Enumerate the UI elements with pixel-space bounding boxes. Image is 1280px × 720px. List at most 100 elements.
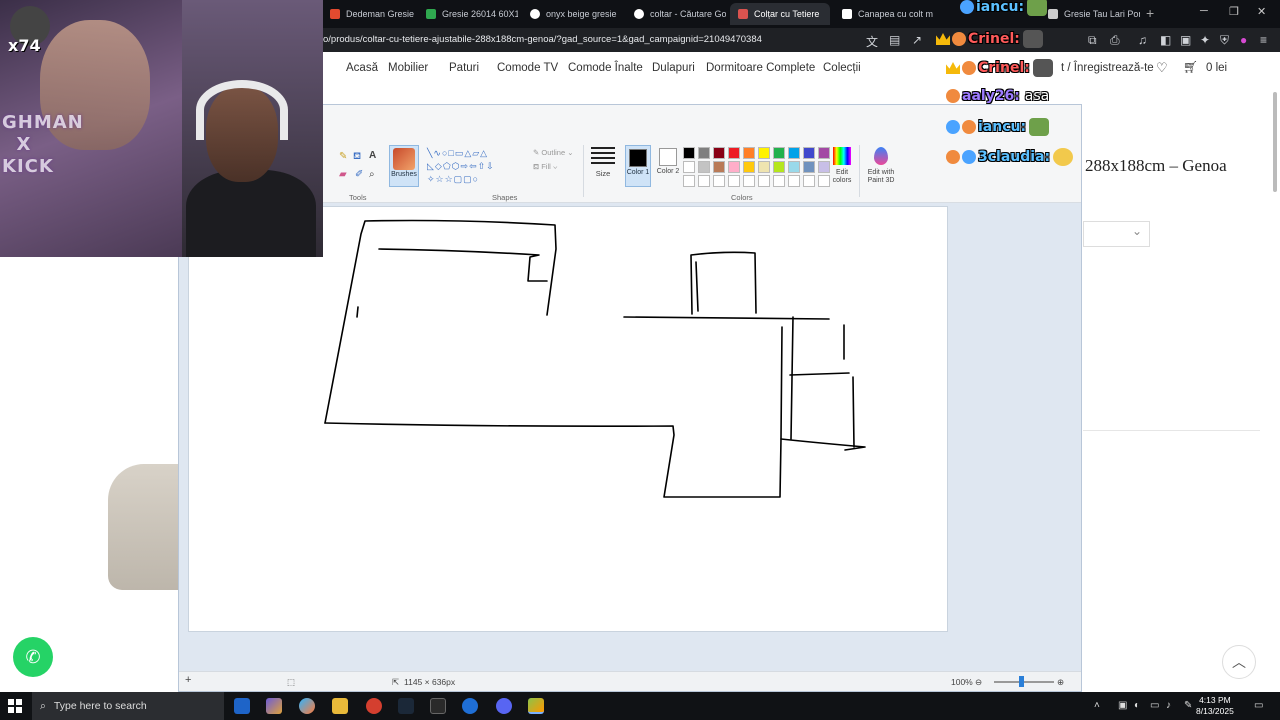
steam-icon[interactable]: [398, 698, 414, 714]
magnifier-icon[interactable]: ⌕: [369, 169, 375, 180]
tab-onyx[interactable]: onyx beige gresie: [522, 3, 622, 25]
nav-dulapuri[interactable]: Dulapuri: [652, 62, 695, 74]
menu-icon[interactable]: ≡: [1260, 33, 1267, 47]
whatsapp-button[interactable]: ✆: [13, 637, 53, 677]
palette-swatch[interactable]: [743, 175, 755, 187]
color1-button[interactable]: Color 1: [625, 145, 651, 187]
cart-icon[interactable]: 🛒︎: [1183, 60, 1198, 74]
windows-start-icon[interactable]: [8, 699, 22, 713]
color2-button[interactable]: Color 2: [655, 145, 681, 187]
nav-acasa[interactable]: Acasă: [346, 62, 378, 74]
palette-swatch[interactable]: [713, 147, 725, 159]
app-icon[interactable]: [462, 698, 478, 714]
vpn-icon[interactable]: ●: [1240, 33, 1247, 47]
translate-icon[interactable]: 文: [866, 33, 878, 50]
url-field[interactable]: o/produs/coltar-cu-tetiere-ajustabile-28…: [323, 34, 762, 45]
nav-comode-inalte[interactable]: Comode Înalte: [568, 62, 643, 74]
nav-dormitoare[interactable]: Dormitoare Complete: [706, 62, 815, 74]
palette-swatch[interactable]: [683, 147, 695, 159]
palette-swatch[interactable]: [683, 175, 695, 187]
tab-coltar-active[interactable]: Colțar cu Tetiere ✕: [730, 3, 830, 25]
save-icon[interactable]: ⎙: [1110, 33, 1120, 48]
nav-mobilier[interactable]: Mobilier: [388, 62, 428, 74]
network-icon[interactable]: ▭: [1150, 700, 1159, 711]
palette-swatch[interactable]: [788, 161, 800, 173]
zoom-slider[interactable]: [994, 681, 1054, 683]
zoom-out-icon[interactable]: ⊖: [975, 677, 982, 688]
brushes-button[interactable]: Brushes: [389, 145, 419, 187]
palette-swatch[interactable]: [773, 175, 785, 187]
app-icon[interactable]: [266, 698, 282, 714]
close-window-icon[interactable]: ✕: [1257, 5, 1266, 18]
tab-google-search[interactable]: coltar - Căutare Go: [626, 3, 726, 25]
taskbar-search-box[interactable]: ⌕ Type here to search: [32, 692, 224, 720]
music-icon[interactable]: ♫: [1138, 33, 1147, 47]
fill-icon[interactable]: ⛾: [353, 151, 361, 164]
paint-taskbar-icon[interactable]: [528, 698, 544, 714]
wishlist-heart-icon[interactable]: ♡: [1156, 60, 1168, 76]
palette-swatch[interactable]: [758, 161, 770, 173]
task-view-icon[interactable]: [234, 698, 250, 714]
pencil-icon[interactable]: ✎: [339, 151, 347, 162]
shield-icon[interactable]: ⛨: [1220, 33, 1229, 48]
add-icon[interactable]: +: [185, 674, 191, 686]
volume-icon[interactable]: ♪: [1166, 700, 1171, 711]
size-button[interactable]: Size: [591, 147, 615, 178]
tab-canapea[interactable]: Canapea cu colt m: [834, 3, 934, 25]
tray-chevron-icon[interactable]: ˄: [1094, 700, 1100, 711]
paint-canvas[interactable]: [189, 207, 947, 631]
outline-dropdown[interactable]: ✎ Outline ⌄: [533, 148, 574, 157]
palette-swatch[interactable]: [788, 175, 800, 187]
copilot-icon[interactable]: [299, 698, 315, 714]
tab-dedeman[interactable]: Dedeman Gresie ex: [322, 3, 414, 25]
capcut-icon[interactable]: [430, 698, 446, 714]
palette-swatch[interactable]: [758, 175, 770, 187]
extensions-icon[interactable]: ⧉: [1088, 33, 1097, 48]
tray-app-icon[interactable]: ▣: [1118, 700, 1127, 711]
tab-gresie-tau[interactable]: Gresie Tau Lari Porr: [1040, 3, 1140, 25]
cart-total[interactable]: 0 lei: [1206, 62, 1227, 74]
shapes-gallery[interactable]: ╲∿○□▭△▱△ ◺◇⬠⬡⇨⇦⇧⇩ ✧☆☆▢▢○: [427, 147, 527, 187]
palette-swatch[interactable]: [743, 147, 755, 159]
discord-icon[interactable]: [496, 698, 512, 714]
headset-icon[interactable]: ◐: [1134, 700, 1140, 711]
palette-swatch[interactable]: [698, 175, 710, 187]
palette-swatch[interactable]: [773, 147, 785, 159]
palette-swatch[interactable]: [728, 161, 740, 173]
color-picker-icon[interactable]: ✐: [355, 169, 363, 180]
nav-comode-tv[interactable]: Comode TV: [497, 62, 558, 74]
zoom-in-icon[interactable]: ⊕: [1057, 677, 1064, 688]
palette-swatch[interactable]: [728, 175, 740, 187]
close-tab-icon[interactable]: ✕: [829, 9, 830, 20]
scrollbar-thumb[interactable]: [1273, 92, 1277, 192]
palette-swatch[interactable]: [713, 175, 725, 187]
edit-paint3d-button[interactable]: Edit with Paint 3D: [863, 147, 899, 185]
fill-dropdown[interactable]: ⛾ Fill ⌄: [533, 162, 558, 172]
palette-swatch[interactable]: [788, 147, 800, 159]
ai-icon[interactable]: ✦: [1200, 33, 1210, 47]
zoom-slider-thumb[interactable]: [1019, 676, 1024, 687]
nav-colectii[interactable]: Colecții: [823, 62, 861, 74]
palette-swatch[interactable]: [803, 161, 815, 173]
minimize-icon[interactable]: ─: [1200, 5, 1208, 17]
palette-swatch[interactable]: [713, 161, 725, 173]
new-tab-icon[interactable]: +: [1146, 5, 1154, 21]
eraser-icon[interactable]: ▰: [339, 169, 347, 180]
file-explorer-icon[interactable]: [332, 698, 348, 714]
text-icon[interactable]: A: [369, 150, 376, 161]
palette-swatch[interactable]: [683, 161, 695, 173]
taskbar-clock[interactable]: 4:13 PM 8/13/2025: [1196, 695, 1234, 717]
reader-icon[interactable]: ▤: [889, 33, 900, 47]
palette-swatch[interactable]: [803, 147, 815, 159]
palette-swatch[interactable]: [758, 147, 770, 159]
share-icon[interactable]: ↗: [912, 33, 922, 47]
nav-paturi[interactable]: Paturi: [449, 62, 479, 74]
palette-swatch[interactable]: [698, 161, 710, 173]
variant-select[interactable]: [1083, 221, 1150, 247]
scroll-to-top-button[interactable]: ︿: [1222, 645, 1256, 679]
brave-browser-icon[interactable]: [366, 698, 382, 714]
palette-swatch[interactable]: [803, 175, 815, 187]
palette-swatch[interactable]: [728, 147, 740, 159]
page-scrollbar[interactable]: [1270, 92, 1280, 692]
palette-swatch[interactable]: [773, 161, 785, 173]
